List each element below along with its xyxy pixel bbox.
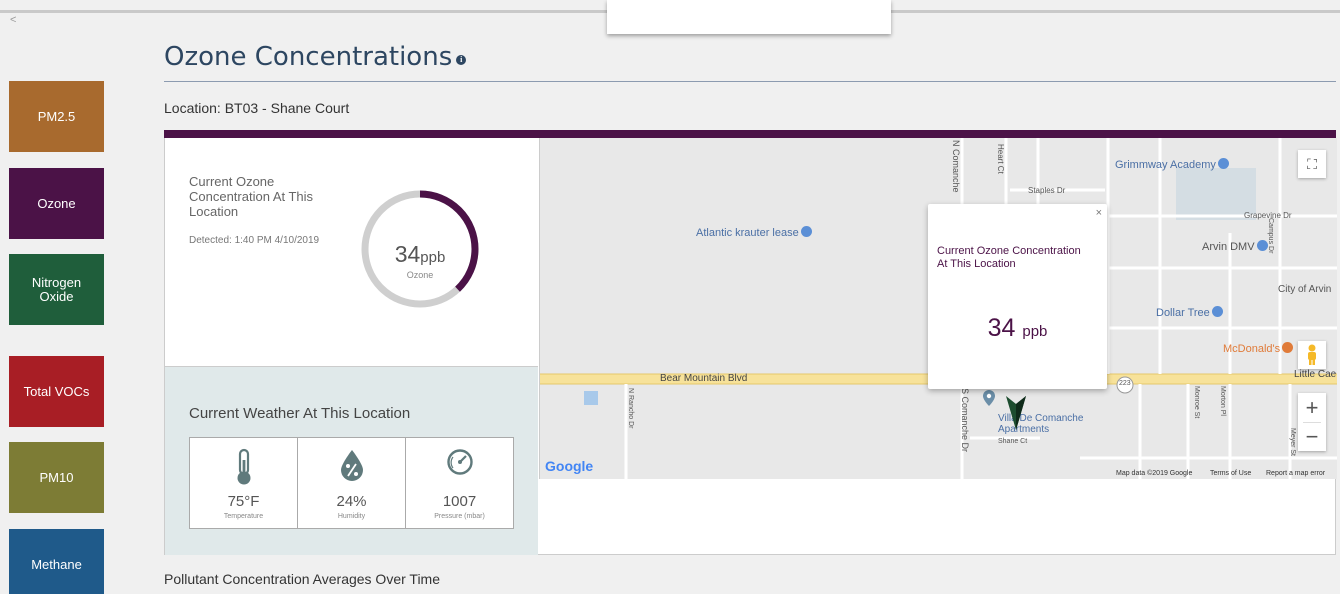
sidebar-item-nitrogen-oxide[interactable]: Nitrogen Oxide: [9, 254, 104, 325]
zoom-in-button[interactable]: +: [1306, 393, 1319, 422]
humidity-value: 24%: [336, 493, 367, 510]
detected-timestamp: Detected: 1:40 PM 4/10/2019: [189, 235, 320, 246]
temperature-label: Temperature: [223, 513, 264, 520]
pressure-value: 1007: [442, 493, 477, 510]
map[interactable]: N Comanche Heart Ct Staples Dr Grimmway …: [539, 138, 1337, 479]
map-info-popup: × Current Ozone Concentration At This Lo…: [928, 204, 1107, 389]
fullscreen-button[interactable]: ⛶: [1298, 150, 1326, 178]
temperature-value: 75°F: [227, 493, 260, 510]
popup-value: 34 ppb: [928, 314, 1107, 343]
map-poi-mcdonalds[interactable]: McDonald's: [1223, 342, 1294, 355]
pressure-gauge-icon: [446, 449, 473, 475]
sidebar-item-methane[interactable]: Methane: [9, 529, 104, 594]
map-poi-atlantic[interactable]: Atlantic krauter lease: [696, 226, 812, 239]
popup-unit: ppb: [1022, 323, 1048, 340]
map-label-hwy: 223: [1119, 380, 1131, 387]
weather-title: Current Weather At This Location: [189, 405, 411, 422]
terms-of-use-link[interactable]: Terms of Use: [1210, 470, 1251, 477]
weather-pressure: 1007 Pressure (mbar): [406, 438, 513, 528]
gauge-value: 34ppb: [360, 241, 480, 268]
averages-section-title: Pollutant Concentration Averages Over Ti…: [164, 571, 441, 587]
zoom-controls: + −: [1298, 393, 1326, 451]
page-title-text: Ozone Concentrations: [164, 42, 453, 72]
map-label-morton: Morton Pl: [1219, 386, 1226, 416]
report-map-error-link[interactable]: Report a map error: [1266, 470, 1325, 477]
popup-title: Current Ozone Concentration At This Loca…: [937, 245, 1081, 271]
map-label-meyer: Meyer St: [1289, 428, 1296, 457]
pegman-icon: [1308, 344, 1316, 365]
map-label-campus-dr: Campus Dr: [1267, 218, 1274, 254]
page-title: Ozone Concentrations i: [164, 42, 467, 72]
street-view-pegman[interactable]: [1298, 341, 1326, 369]
map-label-n-comanche: N Comanche: [951, 140, 961, 193]
thermometer-icon: [237, 448, 250, 485]
top-dropdown-card[interactable]: [607, 0, 891, 34]
arvin-dmv-label: Arvin DMV: [1202, 241, 1255, 253]
map-poi-arvin-dmv[interactable]: Arvin DMV: [1202, 240, 1268, 253]
zoom-out-button[interactable]: −: [1303, 422, 1321, 451]
map-label-monroe: Monroe St: [1193, 386, 1200, 419]
dollar-tree-label: Dollar Tree: [1156, 307, 1210, 319]
concentration-title: Current Ozone Concentration At This Loca…: [189, 174, 314, 219]
gauge-value-number: 34: [394, 241, 421, 267]
business-icon: [800, 226, 812, 237]
school-icon: [1217, 158, 1229, 169]
weather-temperature: 75°F Temperature: [190, 438, 298, 528]
map-label-shane-ct: Shane Ct: [998, 438, 1028, 445]
map-label-little-cae: Little Cae: [1294, 369, 1337, 380]
gauge-unit: ppb: [420, 249, 446, 266]
info-icon[interactable]: i: [456, 55, 467, 65]
weather-card: Current Weather At This Location 75°F Te…: [165, 366, 538, 555]
main-panel: Current Ozone Concentration At This Loca…: [164, 138, 1337, 555]
map-label-s-comanche: S Comanche Dr: [960, 388, 970, 453]
gauge-pollutant-label: Ozone: [406, 270, 434, 280]
grimmway-label: Grimmway Academy: [1115, 159, 1216, 171]
map-pin-icon: [983, 390, 995, 406]
map-label-n-rancho: N Rancho Dr: [627, 388, 634, 429]
accent-bar: [164, 130, 1336, 138]
sidebar-item-ozone[interactable]: Ozone: [9, 168, 104, 239]
humidity-label: Humidity: [337, 513, 366, 520]
map-label-staples-dr: Staples Dr: [1028, 186, 1066, 195]
map-poi-dollar-tree[interactable]: Dollar Tree: [1156, 306, 1223, 319]
government-icon: [1256, 240, 1268, 251]
sidebar-collapse-button[interactable]: <: [10, 14, 16, 26]
map-poi-grimmway[interactable]: Grimmway Academy: [1115, 158, 1229, 171]
concentration-card: Current Ozone Concentration At This Loca…: [165, 138, 538, 366]
fullscreen-icon: ⛶: [1307, 155, 1317, 172]
location-marker-icon[interactable]: [1002, 396, 1030, 430]
popup-value-number: 34: [987, 314, 1016, 342]
pressure-label: Pressure (mbar): [434, 513, 485, 520]
humidity-drop-icon: [340, 450, 363, 481]
mcdonalds-label: McDonald's: [1223, 343, 1281, 355]
map-label-bear-mountain: Bear Mountain Blvd: [660, 373, 748, 384]
title-divider: [164, 81, 1336, 82]
location-label: Location: BT03 - Shane Court: [164, 100, 350, 116]
shopping-icon: [1211, 306, 1223, 317]
google-logo: Google: [545, 458, 594, 474]
atlantic-label: Atlantic krauter lease: [696, 227, 799, 239]
map-data-attribution: Map data ©2019 Google: [1116, 470, 1193, 477]
weather-humidity: 24% Humidity: [298, 438, 406, 528]
sidebar-item-pm25[interactable]: PM2.5: [9, 81, 104, 152]
map-label-city-of-arvin: City of Arvin: [1278, 284, 1332, 295]
weather-grid: 75°F Temperature 24% Humidity 1007 Press…: [189, 437, 514, 529]
restaurant-icon: [1282, 342, 1294, 353]
sidebar-item-total-vocs[interactable]: Total VOCs: [9, 356, 104, 427]
popup-close-icon[interactable]: ×: [1096, 207, 1102, 219]
sidebar-item-pm10[interactable]: PM10: [9, 442, 104, 513]
map-label-heart-ct: Heart Ct: [996, 144, 1005, 174]
